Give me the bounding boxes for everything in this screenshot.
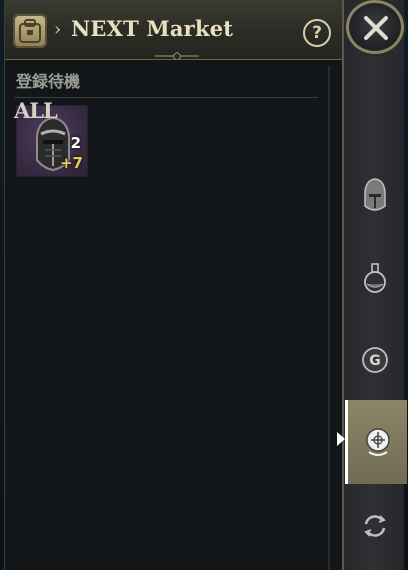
- emblem-icon: [366, 428, 390, 456]
- item-count: 2: [70, 134, 81, 152]
- svg-text:G: G: [369, 353, 381, 369]
- tab-potion[interactable]: [345, 236, 407, 320]
- helmet-icon: [364, 178, 386, 211]
- chevron-right-icon: ›: [54, 19, 62, 40]
- potion-icon: [364, 263, 386, 293]
- active-tab-indicator: [337, 432, 345, 446]
- tab-currency[interactable]: G: [345, 318, 407, 402]
- divider: [14, 97, 318, 98]
- scrollbar[interactable]: [328, 66, 330, 570]
- close-button[interactable]: [346, 0, 404, 54]
- bag-icon[interactable]: [13, 14, 47, 48]
- tab-emblem[interactable]: [345, 400, 407, 484]
- panel-header: › NEXT Market ?: [5, 0, 343, 64]
- tab-helmet[interactable]: [345, 152, 407, 236]
- page-title: NEXT Market: [71, 16, 234, 41]
- tab-all[interactable]: ALL: [14, 98, 58, 123]
- close-icon: [364, 16, 388, 40]
- coin-g-icon: G: [362, 347, 388, 373]
- help-button[interactable]: ?: [303, 19, 331, 47]
- section-title: 登録待機: [16, 72, 81, 91]
- item-enhancement: +7: [59, 154, 83, 172]
- refresh-icon: [364, 515, 386, 537]
- tab-refresh[interactable]: [345, 484, 407, 568]
